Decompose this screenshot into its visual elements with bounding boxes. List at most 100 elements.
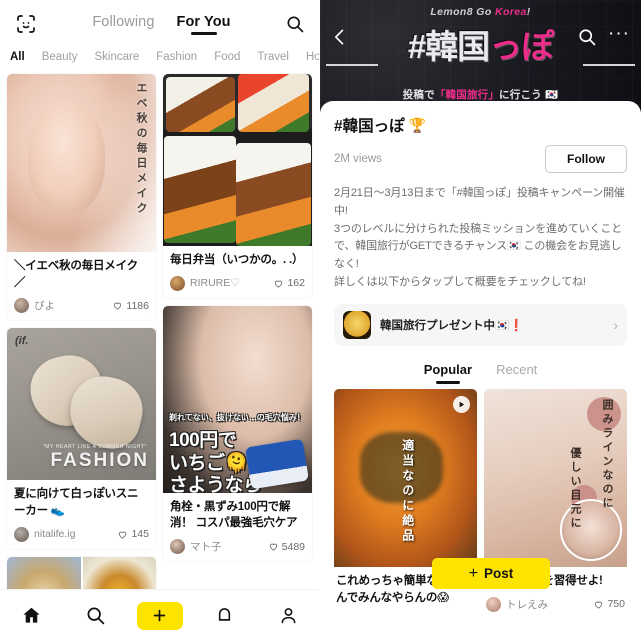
hero-sub-a: 投稿で xyxy=(402,89,435,101)
card-image-subtext: 剃れてない、抜けない…の毛穴悩み！ xyxy=(169,413,305,423)
heart-icon xyxy=(269,543,277,551)
trophy-icon: 🏆 xyxy=(408,116,427,133)
feed-card-bento[interactable]: 毎日弁当（いつかの。. .） RIRURE♡ 162 xyxy=(163,74,312,298)
hero-subtitle: 投稿で「韓国旅行」に行こう 🇰🇷 xyxy=(320,87,641,102)
views-follow-row: 2M views Follow xyxy=(334,145,627,173)
author-name[interactable]: トレえみ xyxy=(506,597,593,612)
heart-icon xyxy=(275,280,283,288)
more-dots-icon[interactable]: ··· xyxy=(608,24,630,46)
plus-icon: + xyxy=(468,564,479,582)
heart-icon xyxy=(114,302,122,311)
like-count[interactable]: 145 xyxy=(117,528,149,540)
right-panel-hashtag-page: Lemon8 Go Korea! #韓国っぽ 投稿で「韓国旅行」に行こう 🇰🇷 … xyxy=(320,0,641,641)
nav-search-button[interactable] xyxy=(73,600,117,632)
avatar[interactable] xyxy=(170,275,185,291)
nav-post-button[interactable] xyxy=(136,601,183,630)
author-name[interactable]: マト子 xyxy=(190,539,268,554)
campaign-banner-text: 韓国旅行プレゼント中🇰🇷❗ xyxy=(380,317,604,333)
post-floating-button[interactable]: + Post xyxy=(432,558,550,589)
tab-for-you[interactable]: For You xyxy=(177,14,231,35)
hero-kicker-plain: Lemon8 Go xyxy=(430,6,495,18)
chip-home[interactable]: Ho xyxy=(306,51,319,63)
masonry-feed: エベ秋の毎日メイク ＼イエベ秋の毎日メイク／ ぴよ 1186 (if. "MY … xyxy=(0,70,319,629)
nav-notifications-button[interactable] xyxy=(203,600,247,632)
hero-title-b: っぽ xyxy=(489,28,554,65)
heart-icon xyxy=(119,531,127,539)
hero-kicker: Lemon8 Go Korea! xyxy=(320,6,641,18)
like-count[interactable]: 5489 xyxy=(268,541,305,553)
hashtag-name: #韓国っぽ xyxy=(334,118,405,135)
card-meta: ぴよ 1186 xyxy=(14,298,149,314)
campaign-description: 2月21日〜3月13日まで「#韓国っぽ」投稿キャンペーン開催中! 3つのレベルに… xyxy=(334,187,625,289)
card-meta: nitalife.ig 145 xyxy=(14,526,149,542)
bottom-nav-bar xyxy=(0,589,319,641)
chip-travel[interactable]: Travel xyxy=(257,51,289,63)
like-count[interactable]: 750 xyxy=(593,598,625,610)
tab-popular[interactable]: Popular xyxy=(424,362,472,384)
card-title: 角栓・黒ずみ100円で解消！ コスパ最強毛穴ケア xyxy=(170,500,298,530)
avatar[interactable] xyxy=(14,298,29,314)
campaign-banner[interactable]: 韓国旅行プレゼント中🇰🇷❗ › xyxy=(334,303,627,346)
like-count-value: 145 xyxy=(131,528,149,541)
hero-kicker-highlight: Korea xyxy=(495,6,527,18)
hero-kicker-tail: ! xyxy=(526,6,531,18)
feed-card-makeup[interactable]: エベ秋の毎日メイク ＼イエベ秋の毎日メイク／ ぴよ 1186 xyxy=(7,74,156,321)
chip-beauty[interactable]: Beauty xyxy=(42,51,78,63)
card-image xyxy=(163,74,312,246)
card-image: 剃れてない、抜けない…の毛穴悩み！ 100円で いちご🫠に さようなら xyxy=(163,305,312,493)
feed-card-fashion[interactable]: (if. "MY HEART LIKE A SUMMER NIGHT" FASH… xyxy=(7,328,156,549)
app-screenshot: Following For You All Beauty Skincare Fa… xyxy=(0,0,641,641)
back-chevron-icon[interactable] xyxy=(330,27,350,47)
card-image: 適当なのに絶品 xyxy=(334,388,477,567)
card-image-overlay-line3: さようなら xyxy=(169,475,262,493)
coin-medal-icon xyxy=(343,310,371,339)
author-name[interactable]: RIRURE♡ xyxy=(190,277,273,289)
card-image: (if. "MY HEART LIKE A SUMMER NIGHT" FASH… xyxy=(7,328,156,481)
chip-food[interactable]: Food xyxy=(214,51,240,63)
search-icon[interactable] xyxy=(285,14,305,34)
play-icon[interactable] xyxy=(453,395,470,413)
card-title: 毎日弁当（いつかの。. .） xyxy=(170,254,304,266)
card-image-overlay-text: エベ秋の毎日メイク xyxy=(135,82,147,217)
post-button-label: Post xyxy=(484,566,514,581)
card-meta: RIRURE♡ 162 xyxy=(170,275,305,291)
bell-icon xyxy=(218,608,231,621)
hashtag-hero-banner: Lemon8 Go Korea! #韓国っぽ 投稿で「韓国旅行」に行こう 🇰🇷 … xyxy=(320,0,641,112)
author-name[interactable]: ぴよ xyxy=(34,298,112,313)
card-title: 夏に向けて白っぽいスニーカー 👟 xyxy=(14,488,139,518)
tab-following[interactable]: Following xyxy=(92,14,154,35)
heart-icon xyxy=(595,601,603,609)
author-name[interactable]: nitalife.ig xyxy=(34,528,117,540)
chip-fashion[interactable]: Fashion xyxy=(156,51,197,63)
chip-skincare[interactable]: Skincare xyxy=(95,51,140,63)
hero-title-a: #韓国 xyxy=(407,28,490,65)
avatar[interactable] xyxy=(486,596,501,612)
like-count[interactable]: 162 xyxy=(273,277,305,289)
sort-tabs: Popular Recent xyxy=(334,362,627,384)
card-body: ＼イエベ秋の毎日メイク／ ぴよ 1186 xyxy=(7,252,156,320)
card-meta: マト子 5489 xyxy=(170,539,305,555)
home-icon xyxy=(23,607,40,623)
category-chip-row[interactable]: All Beauty Skincare Fashion Food Travel … xyxy=(0,48,319,70)
campaign-banner-exclaim: ❗ xyxy=(509,319,524,332)
face-scan-icon[interactable] xyxy=(14,12,38,36)
view-count: 2M views xyxy=(334,153,382,165)
nav-profile-button[interactable] xyxy=(266,600,310,632)
left-topbar: Following For You xyxy=(0,0,319,48)
like-count-value: 1186 xyxy=(126,299,149,312)
card-image-overlay-line1: 囲みラインなのに xyxy=(601,398,613,511)
card-meta: トレえみ 750 xyxy=(486,596,625,612)
chip-all[interactable]: All xyxy=(10,51,25,63)
feed-card-skincare[interactable]: 剃れてない、抜けない…の毛穴悩み！ 100円で いちご🫠に さようなら 角栓・黒… xyxy=(163,305,312,562)
avatar[interactable] xyxy=(14,526,29,542)
tab-recent[interactable]: Recent xyxy=(496,362,537,384)
chevron-right-icon: › xyxy=(613,316,618,333)
avatar[interactable] xyxy=(170,539,185,555)
product-jar xyxy=(245,438,309,489)
like-count[interactable]: 1186 xyxy=(112,300,149,312)
follow-button[interactable]: Follow xyxy=(545,145,627,173)
plus-icon xyxy=(154,609,166,622)
search-icon[interactable] xyxy=(577,27,597,47)
nav-home-button[interactable] xyxy=(10,600,54,632)
like-count-value: 162 xyxy=(287,277,305,290)
